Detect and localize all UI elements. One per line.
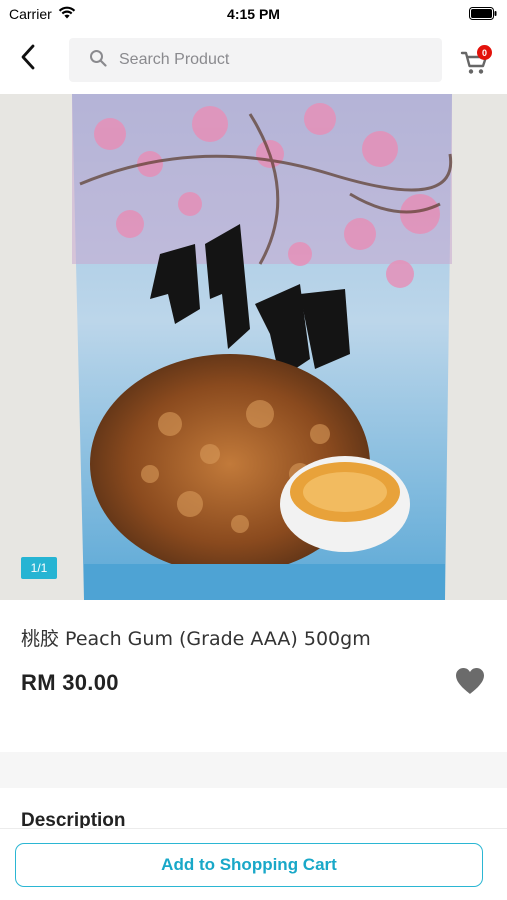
- heart-icon: [454, 668, 486, 700]
- product-price: RM 30.00: [21, 670, 119, 695]
- add-to-cart-button[interactable]: Add to Shopping Cart: [15, 843, 483, 887]
- product-title: 桃胶 Peach Gum (Grade AAA) 500gm: [21, 628, 371, 650]
- battery-icon: [469, 7, 497, 20]
- product-image[interactable]: 1/1: [0, 94, 507, 600]
- cart-count-badge: 0: [477, 45, 492, 60]
- search-bar[interactable]: [69, 38, 442, 82]
- cart-button[interactable]: 0: [460, 44, 494, 78]
- description-section: Description: [0, 788, 507, 831]
- wishlist-button[interactable]: [454, 666, 488, 698]
- bottom-action-bar: Add to Shopping Cart: [0, 828, 507, 900]
- search-icon: [89, 49, 107, 72]
- product-info: 桃胶 Peach Gum (Grade AAA) 500gm RM 30.00: [0, 600, 507, 750]
- back-button[interactable]: [12, 42, 44, 76]
- section-divider: [0, 752, 507, 788]
- status-bar: Carrier 4:15 PM: [0, 0, 507, 28]
- product-photo: [0, 94, 507, 600]
- chevron-left-icon: [19, 44, 37, 75]
- image-counter-badge: 1/1: [21, 557, 57, 579]
- search-input[interactable]: [119, 51, 419, 69]
- nav-bar: 0: [0, 28, 507, 94]
- status-time: 4:15 PM: [227, 6, 280, 22]
